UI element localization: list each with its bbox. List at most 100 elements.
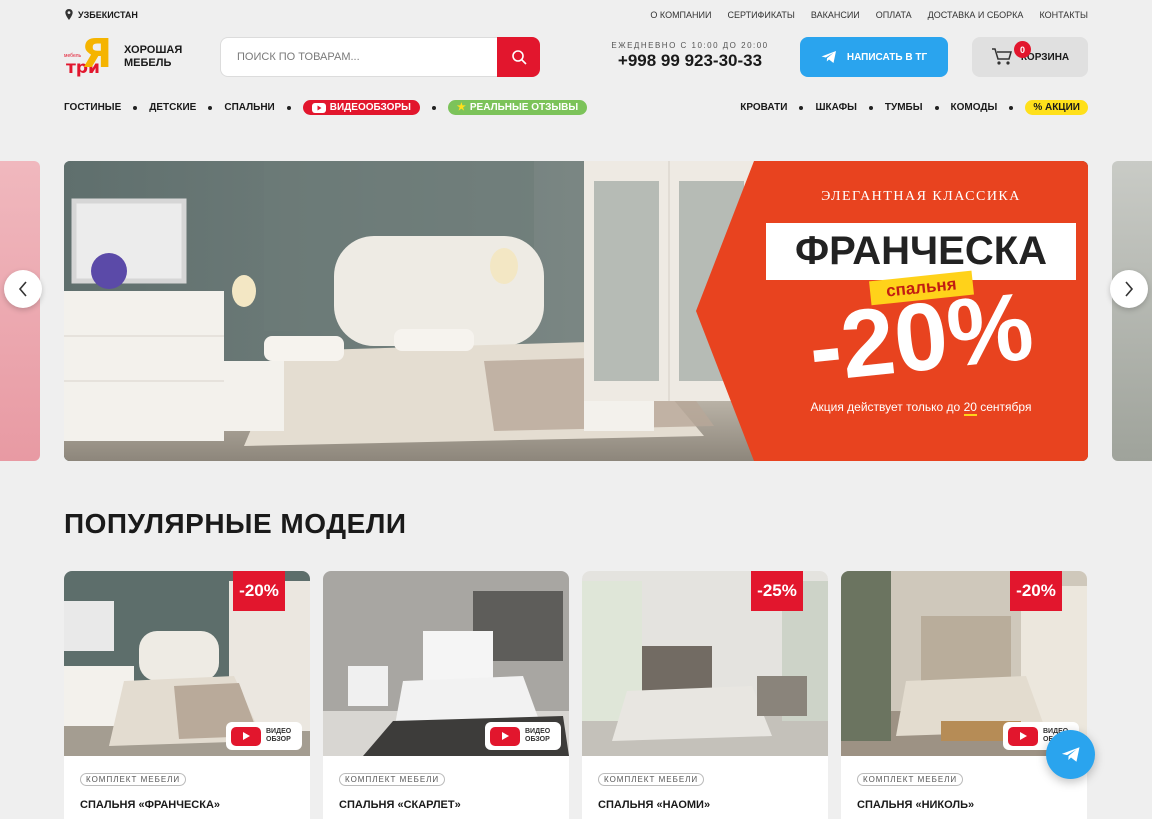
product-card[interactable]: -25% КОМПЛЕКТ МЕБЕЛИ СПАЛЬНЯ «НАОМИ» bbox=[582, 571, 828, 819]
video-reviews-link[interactable]: ВИДЕООБЗОРЫ bbox=[302, 100, 420, 115]
top-nav-about[interactable]: О КОМПАНИИ bbox=[650, 10, 711, 20]
logo-line-1: ХОРОШАЯ bbox=[124, 44, 183, 56]
product-tag: КОМПЛЕКТ МЕБЕЛИ bbox=[598, 773, 705, 786]
video-review-chip[interactable]: ВИДЕООБЗОР bbox=[485, 722, 561, 750]
nav-separator bbox=[133, 105, 138, 110]
video-chip-label: ВИДЕООБЗОР bbox=[266, 728, 291, 744]
product-image: -20% ВИДЕООБЗОР bbox=[841, 571, 1087, 756]
search-button[interactable] bbox=[497, 37, 540, 77]
phone-number[interactable]: +998 99 923-30-33 bbox=[604, 51, 776, 71]
banner-title: ФРАНЧЕСКА bbox=[766, 223, 1076, 280]
next-slide-preview[interactable] bbox=[1112, 161, 1152, 461]
contact-block: ЕЖЕДНЕВНО С 10:00 ДО 20:00 +998 99 923-3… bbox=[604, 41, 776, 71]
search-bar bbox=[220, 37, 540, 77]
video-chip-line-1: ВИДЕО bbox=[525, 728, 551, 735]
product-list: -20% ВИДЕО ОБЗОР КОМПЛЕКТ МЕБЕЛИ СПАЛЬНЯ … bbox=[64, 571, 1087, 819]
nav-separator bbox=[868, 105, 873, 110]
banner-note-suffix: сентября bbox=[976, 400, 1032, 414]
top-nav-payment[interactable]: ОПЛАТА bbox=[876, 10, 912, 20]
youtube-icon bbox=[311, 102, 326, 113]
nav-separator bbox=[934, 105, 939, 110]
telegram-button-label: НАПИСАТЬ В ТГ bbox=[846, 51, 928, 63]
section-title-popular: ПОПУЛЯРНЫЕ МОДЕЛИ bbox=[64, 508, 407, 539]
logo-line-2: МЕБЕЛЬ bbox=[124, 57, 172, 69]
video-chip-label: ВИДЕООБЗОР bbox=[525, 728, 550, 744]
cat-wardrobes[interactable]: ШКАФЫ bbox=[815, 102, 856, 113]
cat-dressers[interactable]: КОМОДЫ bbox=[951, 102, 998, 113]
cat-nightstands[interactable]: ТУМБЫ bbox=[885, 102, 923, 113]
banner-kicker: ЭЛЕГАНТНАЯ КЛАССИКА bbox=[821, 189, 1021, 204]
slider-prev-button[interactable] bbox=[4, 270, 42, 308]
nav-separator bbox=[208, 105, 213, 110]
cat-kids[interactable]: ДЕТСКИЕ bbox=[149, 102, 196, 113]
product-tag: КОМПЛЕКТ МЕБЕЛИ bbox=[857, 773, 964, 786]
cat-bedrooms[interactable]: СПАЛЬНИ bbox=[224, 102, 274, 113]
product-tag: КОМПЛЕКТ МЕБЕЛИ bbox=[80, 773, 187, 786]
video-chip-line-1: ВИДЕО bbox=[266, 728, 292, 735]
nav-separator bbox=[1009, 105, 1014, 110]
category-nav-right: КРОВАТИ ШКАФЫ ТУМБЫ КОМОДЫ % АКЦИИ bbox=[740, 100, 1088, 115]
cat-living-rooms[interactable]: ГОСТИНЫЕ bbox=[64, 102, 121, 113]
product-image: -25% bbox=[582, 571, 828, 756]
banner-discount: -20% bbox=[803, 272, 1038, 403]
search-icon bbox=[511, 50, 527, 65]
cat-beds[interactable]: КРОВАТИ bbox=[740, 102, 787, 113]
product-name[interactable]: СПАЛЬНЯ «ФРАНЧЕСКА» bbox=[80, 799, 220, 811]
product-name[interactable]: СПАЛЬНЯ «НИКОЛЬ» bbox=[857, 799, 974, 811]
cart-button[interactable]: КОРЗИНА bbox=[972, 37, 1088, 77]
discount-badge: -20% bbox=[1010, 571, 1062, 611]
top-nav-certificates[interactable]: СЕРТИФИКАТЫ bbox=[727, 10, 794, 20]
product-card[interactable]: -20% ВИДЕООБЗОР КОМПЛЕКТ МЕБЕЛИ СПАЛЬНЯ … bbox=[64, 571, 310, 819]
nav-separator bbox=[286, 105, 291, 110]
discount-badge: -20% bbox=[233, 571, 285, 611]
chevron-right-icon bbox=[1125, 281, 1134, 297]
video-chip-line-2: ОБЗОР bbox=[266, 736, 291, 743]
banner-note-day: 20 bbox=[963, 400, 977, 416]
star-icon: ★ bbox=[456, 102, 466, 113]
region-label: УЗБЕКИСТАН bbox=[78, 9, 138, 20]
top-nav-contacts[interactable]: КОНТАКТЫ bbox=[1039, 10, 1088, 20]
product-name[interactable]: СПАЛЬНЯ «СКАРЛЕТ» bbox=[339, 799, 461, 811]
cart-icon bbox=[991, 47, 1013, 67]
banner-note: Акция действует только до 20 сентября bbox=[754, 400, 1088, 416]
prev-slide-preview[interactable] bbox=[0, 161, 40, 461]
hero-slider: ЭЛЕГАНТНАЯ КЛАССИКА ФРАНЧЕСКА спальня -2… bbox=[0, 161, 1152, 461]
cart-count-badge: 0 bbox=[1014, 41, 1031, 58]
real-reviews-label: РЕАЛЬНЫЕ ОТЗЫВЫ bbox=[469, 102, 579, 113]
product-name[interactable]: СПАЛЬНЯ «НАОМИ» bbox=[598, 799, 710, 811]
video-reviews-label: ВИДЕООБЗОРЫ bbox=[329, 102, 411, 113]
working-hours: ЕЖЕДНЕВНО С 10:00 ДО 20:00 bbox=[611, 41, 769, 50]
youtube-icon bbox=[231, 726, 261, 746]
category-nav-left: ГОСТИНЫЕ ДЕТСКИЕ СПАЛЬНИ ВИДЕООБЗОРЫ ★ Р… bbox=[64, 100, 588, 115]
real-reviews-link[interactable]: ★ РЕАЛЬНЫЕ ОТЗЫВЫ bbox=[447, 100, 588, 115]
nav-separator bbox=[799, 105, 804, 110]
youtube-icon bbox=[490, 726, 520, 746]
top-nav-vacancies[interactable]: ВАКАНСИИ bbox=[811, 10, 860, 20]
hero-banner[interactable]: ЭЛЕГАНТНАЯ КЛАССИКА ФРАНЧЕСКА спальня -2… bbox=[64, 161, 1088, 461]
telegram-icon bbox=[821, 51, 836, 63]
location-pin-icon bbox=[65, 9, 73, 20]
telegram-write-button[interactable]: НАПИСАТЬ В ТГ bbox=[800, 37, 948, 77]
top-bar: УЗБЕКИСТАН О КОМПАНИИ СЕРТИФИКАТЫ ВАКАНС… bbox=[0, 0, 1152, 30]
chevron-left-icon bbox=[18, 281, 27, 297]
region-selector[interactable]: УЗБЕКИСТАН bbox=[64, 9, 138, 20]
product-tag: КОМПЛЕКТ МЕБЕЛИ bbox=[339, 773, 446, 786]
video-review-chip[interactable]: ВИДЕООБЗОР bbox=[226, 722, 302, 750]
search-input[interactable] bbox=[220, 37, 497, 77]
top-nav-delivery[interactable]: ДОСТАВКА И СБОРКА bbox=[928, 10, 1024, 20]
telegram-icon bbox=[1061, 747, 1079, 762]
product-image: -20% ВИДЕООБЗОР bbox=[64, 571, 310, 756]
discount-badge: -25% bbox=[751, 571, 803, 611]
logo-mark: мебель три Я bbox=[64, 34, 112, 78]
logo[interactable]: мебель три Я ХОРОШАЯ МЕБЕЛЬ bbox=[64, 34, 182, 78]
floating-telegram-button[interactable] bbox=[1046, 730, 1095, 779]
top-nav: О КОМПАНИИ СЕРТИФИКАТЫ ВАКАНСИИ ОПЛАТА Д… bbox=[650, 10, 1088, 20]
banner-note-prefix: Акция действует только до bbox=[810, 400, 964, 414]
product-card[interactable]: ВИДЕО ОБЗОР КОМПЛЕКТ МЕБЕЛИ СПАЛЬНЯ «СКАР… bbox=[323, 571, 569, 819]
product-card[interactable]: -20% ВИДЕООБЗОР КОМПЛЕКТ МЕБЕЛИ СПАЛЬНЯ … bbox=[841, 571, 1087, 819]
nav-separator bbox=[431, 105, 436, 110]
youtube-icon bbox=[1008, 726, 1038, 746]
slider-next-button[interactable] bbox=[1110, 270, 1148, 308]
logo-text: ХОРОШАЯ МЕБЕЛЬ bbox=[124, 44, 182, 70]
sale-link[interactable]: % АКЦИИ bbox=[1025, 100, 1088, 115]
